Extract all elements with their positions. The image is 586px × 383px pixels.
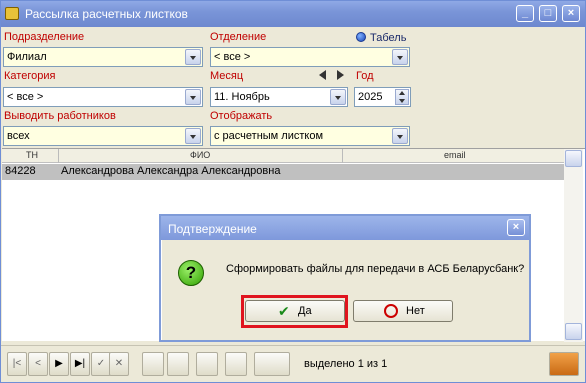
dialog-title-bar[interactable]: Подтверждение × <box>161 216 529 240</box>
scroll-down-button[interactable] <box>565 323 582 340</box>
scroll-up-button[interactable] <box>565 150 582 167</box>
otobrazhat-value: с расчетным листком <box>214 130 324 142</box>
close-button[interactable]: × <box>562 5 580 22</box>
column-header-tn[interactable]: ТН <box>26 150 38 160</box>
column-header-email[interactable]: email <box>444 150 466 160</box>
vyvodit-value: всех <box>7 130 30 142</box>
chevron-down-icon[interactable] <box>185 128 201 144</box>
mesyac-value: 11. Ноябрь <box>214 91 270 103</box>
last-record-icon[interactable]: ▶| <box>70 352 90 376</box>
report-icon[interactable] <box>142 352 164 376</box>
cell-tn: 84228 <box>5 165 36 177</box>
otobrazhat-select[interactable]: с расчетным листком <box>210 126 410 146</box>
kategoriya-select[interactable]: < все > <box>3 87 203 107</box>
kategoriya-value: < все > <box>7 91 44 103</box>
grid-header: ТН ФИО email <box>2 149 564 163</box>
god-value: 2025 <box>358 91 383 103</box>
chevron-down-icon[interactable] <box>392 128 408 144</box>
kategoriya-label: Категория <box>4 70 56 82</box>
podrazdelenie-value: Филиал <box>7 51 47 63</box>
vyvodit-label: Выводить работников <box>4 110 116 122</box>
chevron-down-icon[interactable] <box>185 49 201 65</box>
chevron-down-icon[interactable] <box>392 49 408 65</box>
app-window: Рассылка расчетных листков _ □ × Подразд… <box>0 0 586 383</box>
otdelenie-select[interactable]: < все > <box>210 47 410 67</box>
exit-door-icon[interactable] <box>549 352 579 376</box>
window-title: Рассылка расчетных листков <box>25 7 188 21</box>
vyvodit-select[interactable]: всех <box>3 126 203 146</box>
first-record-icon[interactable]: |< <box>7 352 27 376</box>
god-spinner[interactable]: 2025 <box>354 87 411 107</box>
otobrazhat-label: Отображать <box>210 110 273 122</box>
spinner-arrows-icon[interactable] <box>395 89 409 105</box>
no-button-label: Нет <box>406 305 425 317</box>
yes-button[interactable]: ✔ Да <box>245 300 345 322</box>
chevron-down-icon[interactable] <box>185 89 201 105</box>
vertical-scrollbar[interactable] <box>564 149 583 342</box>
maximize-button[interactable]: □ <box>539 5 557 22</box>
column-header-fio[interactable]: ФИО <box>190 150 210 160</box>
no-entry-icon <box>384 304 398 318</box>
column-divider[interactable] <box>58 149 59 163</box>
yes-button-label: Да <box>298 305 312 317</box>
title-bar[interactable]: Рассылка расчетных листков _ □ × <box>1 1 585 27</box>
cell-fio: Александрова Александра Александровна <box>61 165 281 177</box>
table-row[interactable]: 84228 Александрова Александра Александро… <box>2 164 564 180</box>
question-icon: ? <box>178 260 204 286</box>
radio-dot-icon[interactable] <box>356 32 366 42</box>
arrow-right-icon[interactable] <box>337 70 344 80</box>
dialog-title: Подтверждение <box>168 222 257 236</box>
dialog-message: Сформировать файлы для передачи в АСБ Бе… <box>226 263 525 275</box>
selection-status: выделено 1 из 1 <box>304 358 388 370</box>
mesyac-select[interactable]: 11. Ноябрь <box>210 87 348 107</box>
podrazdelenie-select[interactable]: Филиал <box>3 47 203 67</box>
mesyac-label: Месяц <box>210 70 244 82</box>
chevron-down-icon[interactable] <box>330 89 346 105</box>
bottom-toolbar: |< < ▶ ▶| ✓ ✕ выделено 1 из 1 <box>1 345 585 382</box>
save-dropdown-icon[interactable] <box>254 352 290 376</box>
confirmation-dialog: Подтверждение × ? Сформировать файлы для… <box>159 214 531 342</box>
upload-icon[interactable] <box>225 352 247 376</box>
minimize-button[interactable]: _ <box>516 5 534 22</box>
cancel-edit-icon[interactable]: ✕ <box>109 352 129 376</box>
folder-app-icon <box>5 7 19 20</box>
apply-edit-icon[interactable]: ✓ <box>91 352 111 376</box>
next-record-icon[interactable]: ▶ <box>49 352 69 376</box>
column-divider[interactable] <box>342 149 343 163</box>
export-icon[interactable] <box>196 352 218 376</box>
prev-record-icon[interactable]: < <box>28 352 48 376</box>
god-label: Год <box>356 70 374 82</box>
arrow-left-icon[interactable] <box>319 70 326 80</box>
otdelenie-value: < все > <box>214 51 251 63</box>
dialog-close-button[interactable]: × <box>507 219 525 236</box>
tabel-label[interactable]: Табель <box>370 32 406 44</box>
no-button[interactable]: Нет <box>353 300 453 322</box>
otdelenie-label: Отделение <box>210 31 267 43</box>
podrazdelenie-label: Подразделение <box>4 31 85 43</box>
printer-icon[interactable] <box>167 352 189 376</box>
checkmark-icon: ✔ <box>278 303 290 319</box>
